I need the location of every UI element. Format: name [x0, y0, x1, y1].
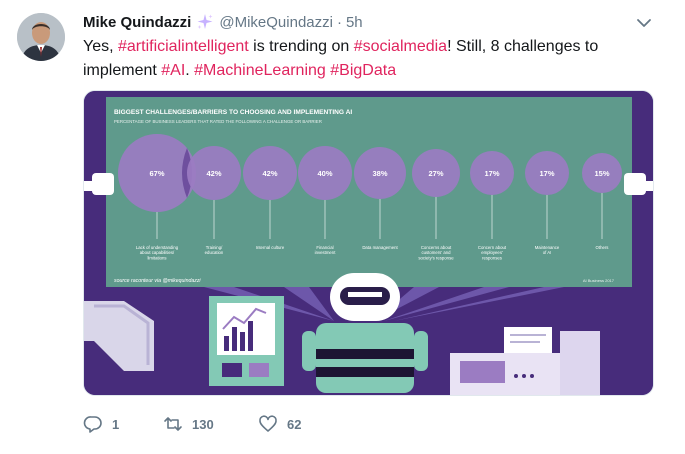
challenge-percent: 38%	[372, 169, 387, 178]
infographic-subtitle: PERCENTAGE OF BUSINESS LEADERS THAT RATE…	[114, 119, 322, 124]
separator-dot: ·	[336, 13, 342, 31]
tweet-header: Mike Quindazzi @MikeQuindazzi · 5h	[83, 11, 363, 33]
challenge-percent: 42%	[262, 169, 277, 178]
challenge-label: responses	[482, 255, 502, 260]
sparkles-icon	[197, 14, 213, 29]
challenge-label: Others	[596, 245, 609, 250]
hashtag-link[interactable]: #MachineLearning	[194, 62, 326, 79]
reply-count: 1	[112, 416, 120, 432]
text-part: .	[185, 62, 195, 79]
challenge-percent: 27%	[428, 169, 443, 178]
tweet[interactable]: Mike Quindazzi @MikeQuindazzi · 5h Yes, …	[0, 0, 685, 454]
avatar[interactable]	[17, 13, 65, 61]
retweet-count: 130	[192, 416, 214, 432]
tweet-timestamp[interactable]: 5h	[346, 14, 363, 31]
challenge-percent: 67%	[149, 169, 164, 178]
challenge-label: investment	[315, 250, 337, 255]
challenge-label: society's response	[418, 255, 454, 260]
infographic-image: BIGGEST CHALLENGES/BARRIERS TO CHOOSING …	[84, 91, 653, 395]
hashtag-link[interactable]: #AI	[161, 62, 185, 79]
avatar-image	[17, 13, 65, 61]
challenge-label: education	[205, 250, 224, 255]
paper-sheet	[504, 327, 552, 353]
challenge-label: of AI	[543, 250, 552, 255]
challenge-label: Data management	[362, 245, 398, 250]
right-hand	[624, 173, 646, 195]
infographic-title: BIGGEST CHALLENGES/BARRIERS TO CHOOSING …	[114, 109, 352, 116]
text-part: Yes,	[83, 38, 118, 55]
retweet-icon	[164, 417, 182, 431]
author-handle[interactable]: @MikeQuindazzi	[219, 14, 333, 31]
heart-icon	[259, 415, 277, 432]
infographic-source: source raconteur via @mikequindazzi	[114, 278, 201, 284]
challenge-percent: 17%	[539, 169, 554, 178]
tweet-actions: 1 130 62	[83, 413, 338, 435]
reply-icon	[83, 416, 102, 433]
tweet-media[interactable]: BIGGEST CHALLENGES/BARRIERS TO CHOOSING …	[83, 90, 654, 396]
hashtag-link[interactable]: #socialmedia	[354, 38, 447, 55]
like-count: 62	[287, 416, 302, 432]
infographic-credit: AI Business 2017	[583, 278, 615, 283]
author-name[interactable]: Mike Quindazzi	[83, 14, 191, 31]
hashtag-link[interactable]: #BigData	[330, 62, 396, 79]
challenge-label: Internal culture	[256, 245, 285, 250]
challenge-percent: 17%	[484, 169, 499, 178]
reply-button[interactable]: 1	[83, 414, 163, 434]
hashtag-link[interactable]: #artificialintelligent	[118, 38, 249, 55]
text-part: is trending on	[248, 38, 354, 55]
retweet-button[interactable]: 130	[163, 414, 258, 434]
tweet-text: Yes, #artificialintelligent is trending …	[83, 35, 673, 83]
challenge-percent: 40%	[317, 169, 332, 178]
challenge-label: limitations	[147, 255, 166, 260]
left-hand	[92, 173, 114, 195]
like-button[interactable]: 62	[258, 414, 338, 434]
chevron-down-icon[interactable]	[634, 13, 654, 33]
challenge-percent: 42%	[206, 169, 221, 178]
challenge-percent: 15%	[594, 169, 609, 178]
